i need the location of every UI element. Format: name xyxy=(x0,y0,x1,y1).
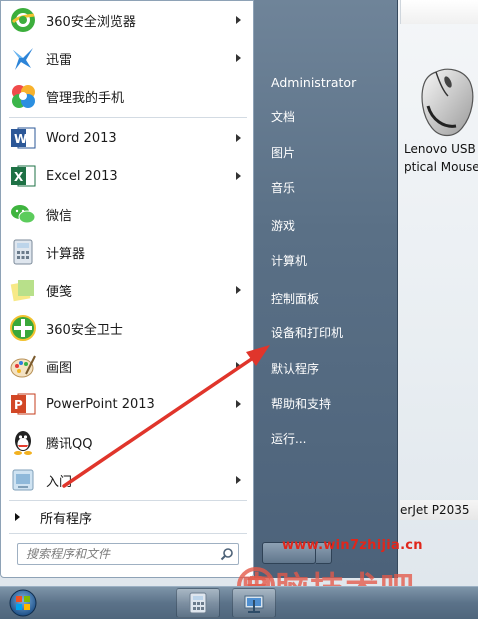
windows-start-orb-icon[interactable] xyxy=(6,588,40,618)
360-browser-icon xyxy=(8,5,38,35)
mouse-device-label: Lenovo USB ptical Mouse xyxy=(404,140,478,176)
user-folder-link[interactable]: Administrator xyxy=(271,72,391,94)
submenu-arrow-icon xyxy=(236,16,241,24)
devices-and-printers-link[interactable]: 设备和打印机 xyxy=(271,322,391,344)
svg-text:X: X xyxy=(14,170,24,184)
all-programs-button[interactable]: 所有程序 xyxy=(11,506,247,528)
mouse-label-line1: Lenovo USB xyxy=(404,142,476,156)
word-icon: W xyxy=(8,123,38,153)
program-label: 360安全浏览器 xyxy=(46,14,136,30)
program-item-word[interactable]: W Word 2013 xyxy=(5,120,251,156)
program-label: Word 2013 xyxy=(46,130,117,146)
program-label: 360安全卫士 xyxy=(46,322,123,338)
default-programs-link[interactable]: 默认程序 xyxy=(271,358,391,380)
documents-link[interactable]: 文档 xyxy=(271,106,391,128)
program-label: 便笺 xyxy=(46,284,73,300)
submenu-arrow-icon xyxy=(236,286,241,294)
help-and-support-link[interactable]: 帮助和支持 xyxy=(271,393,391,415)
submenu-arrow-icon xyxy=(236,134,241,142)
calculator-icon xyxy=(8,237,38,267)
search-input[interactable] xyxy=(18,547,216,561)
submenu-arrow-icon xyxy=(236,400,241,408)
program-label: 画图 xyxy=(46,360,73,376)
computer-link[interactable]: 计算机 xyxy=(271,250,391,272)
separator xyxy=(9,500,247,501)
submenu-arrow-icon xyxy=(236,172,241,180)
program-label: PowerPoint 2013 xyxy=(46,396,155,412)
expand-arrow-icon xyxy=(15,513,20,521)
program-item-wechat[interactable]: 微信 xyxy=(5,196,251,232)
program-item-paint[interactable]: 画图 xyxy=(5,348,251,384)
all-programs-label: 所有程序 xyxy=(40,511,93,527)
music-link[interactable]: 音乐 xyxy=(271,177,391,199)
pictures-link[interactable]: 图片 xyxy=(271,142,391,164)
start-menu: 360安全浏览器 迅雷 管理我的手机 W Word 2013 X Excel 2… xyxy=(0,0,398,578)
program-label: 管理我的手机 xyxy=(46,90,125,106)
program-item-qq[interactable]: 腾讯QQ xyxy=(5,424,251,460)
getting-started-icon xyxy=(8,465,38,495)
run-link[interactable]: 运行... xyxy=(271,428,391,450)
sticky-notes-icon xyxy=(8,275,38,305)
excel-icon: X xyxy=(8,161,38,191)
separator xyxy=(9,533,247,534)
program-item-getting-started[interactable]: 入门 xyxy=(5,462,251,498)
powerpoint-icon: P xyxy=(8,389,38,419)
calculator-icon xyxy=(189,592,207,614)
svg-text:W: W xyxy=(14,132,27,146)
program-label: 微信 xyxy=(46,208,73,224)
program-item-xunlei[interactable]: 迅雷 xyxy=(5,40,251,76)
programs-pane: 360安全浏览器 迅雷 管理我的手机 W Word 2013 X Excel 2… xyxy=(0,0,254,578)
network-icon xyxy=(244,595,264,613)
phone-manager-icon xyxy=(8,81,38,111)
program-item-360-browser[interactable]: 360安全浏览器 xyxy=(5,2,251,38)
program-label: 入门 xyxy=(46,474,73,490)
submenu-arrow-icon xyxy=(236,362,241,370)
games-link[interactable]: 游戏 xyxy=(271,215,391,237)
paint-icon xyxy=(8,351,38,381)
svg-text:P: P xyxy=(14,398,23,412)
qq-icon xyxy=(8,427,38,457)
taskbar-calculator-button[interactable] xyxy=(176,588,220,618)
program-label: 计算器 xyxy=(46,246,86,262)
watermark-url: www.win7zhijia.cn xyxy=(282,538,423,553)
program-item-powerpoint[interactable]: P PowerPoint 2013 xyxy=(5,386,251,422)
program-label: 腾讯QQ xyxy=(46,436,93,452)
program-item-sticky-notes[interactable]: 便笺 xyxy=(5,272,251,308)
taskbar-network-button[interactable] xyxy=(232,588,276,618)
mouse-device-icon[interactable] xyxy=(414,66,476,140)
printer-device-label: erJet P2035 xyxy=(400,500,478,520)
wechat-icon xyxy=(8,199,38,229)
360-security-icon xyxy=(8,313,38,343)
desktop-window-edge xyxy=(400,0,478,24)
program-label: 迅雷 xyxy=(46,52,73,68)
program-item-360-security[interactable]: 360安全卫士 xyxy=(5,310,251,346)
search-icon[interactable] xyxy=(216,544,238,564)
mouse-label-line2: ptical Mouse xyxy=(404,160,478,174)
separator xyxy=(9,117,247,118)
xunlei-icon xyxy=(8,43,38,73)
submenu-arrow-icon xyxy=(236,54,241,62)
program-label: Excel 2013 xyxy=(46,168,118,184)
search-box xyxy=(17,543,239,565)
program-item-phone-manager[interactable]: 管理我的手机 xyxy=(5,78,251,114)
program-item-calculator[interactable]: 计算器 xyxy=(5,234,251,270)
program-item-excel[interactable]: X Excel 2013 xyxy=(5,158,251,194)
submenu-arrow-icon xyxy=(236,476,241,484)
control-panel-link[interactable]: 控制面板 xyxy=(271,288,391,310)
